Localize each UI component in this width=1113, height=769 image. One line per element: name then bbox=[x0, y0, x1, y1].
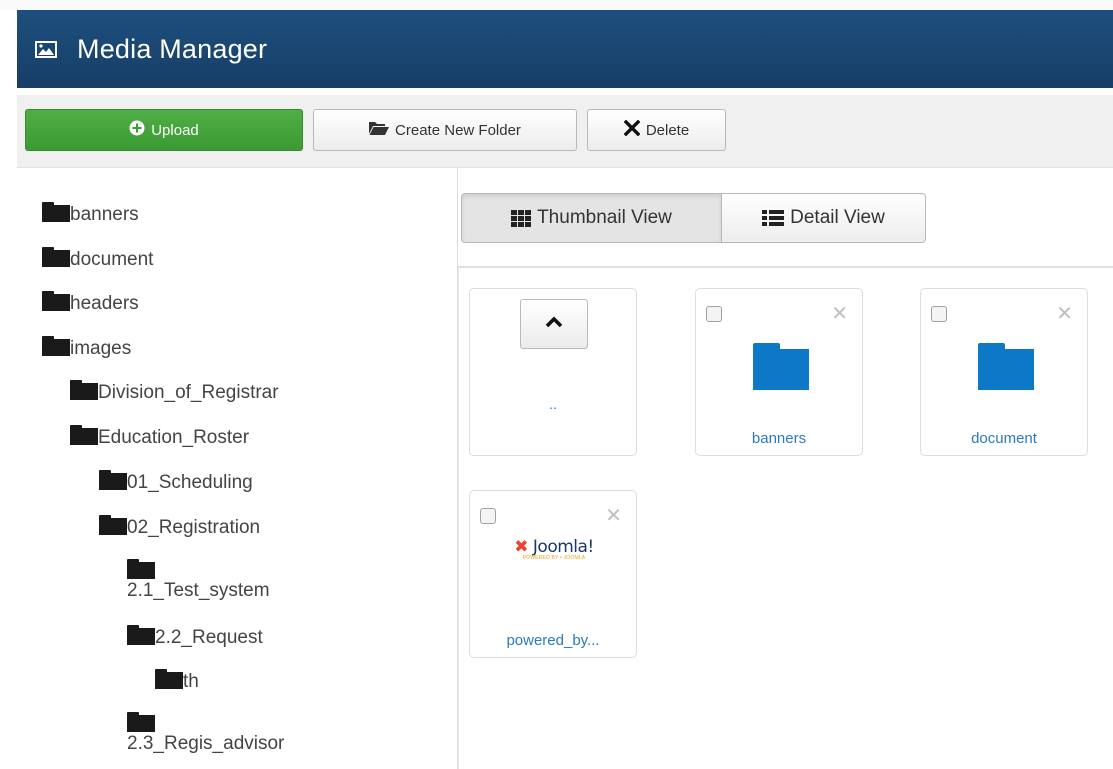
grid-icon bbox=[511, 209, 532, 227]
tree-item-headers[interactable]: headers bbox=[42, 291, 139, 315]
folder-icon bbox=[127, 712, 155, 732]
page-header: Media Manager bbox=[17, 10, 1113, 88]
select-checkbox[interactable] bbox=[931, 306, 947, 322]
tree-item-label: th bbox=[183, 671, 199, 692]
up-label: .. bbox=[549, 396, 557, 412]
joomla-logo-subtext: POWERED BY • JOOMLA bbox=[522, 555, 586, 561]
tree-item-02-registration[interactable]: 02_Registration bbox=[99, 515, 260, 539]
folder-icon bbox=[42, 202, 70, 222]
folder-icon bbox=[127, 559, 155, 579]
close-icon[interactable]: ✕ bbox=[831, 301, 848, 326]
chevron-up-icon bbox=[545, 315, 563, 333]
folder-icon bbox=[42, 336, 70, 356]
plus-circle-icon bbox=[129, 120, 145, 140]
tree-item-th[interactable]: th bbox=[155, 669, 199, 693]
tree-item-label: Division_of_Registrar bbox=[98, 382, 279, 403]
tree-item-images[interactable]: images bbox=[42, 336, 131, 360]
thumbnail-view-label: Thumbnail View bbox=[537, 207, 672, 228]
folder-open-icon bbox=[369, 121, 390, 139]
tree-item-label: document bbox=[70, 249, 154, 270]
thumb-label[interactable]: document bbox=[921, 430, 1087, 447]
thumb-label[interactable]: powered_by... bbox=[470, 632, 636, 649]
toolbar: Upload Create New Folder Delete bbox=[17, 95, 1113, 168]
folder-icon bbox=[42, 247, 70, 267]
detail-view-button[interactable]: Detail View bbox=[722, 193, 926, 243]
thumb-image-powered-by[interactable]: ✕ ✖ Joomla! POWERED BY • JOOMLA powered_… bbox=[469, 490, 637, 658]
folder-icon bbox=[155, 669, 183, 689]
joomla-logo-image: ✖ Joomla! POWERED BY • JOOMLA bbox=[492, 537, 616, 561]
tree-item-label: images bbox=[70, 338, 132, 359]
tree-item-2-1-test-system[interactable]: 2.1_Test_system bbox=[127, 558, 270, 602]
tree-item-label: 02_Registration bbox=[127, 517, 261, 538]
detail-view-label: Detail View bbox=[790, 207, 885, 228]
up-level-thumb[interactable]: .. bbox=[469, 288, 637, 456]
tree-item-label: 2.2_Request bbox=[155, 627, 263, 648]
tree-item-label: Education_Roster bbox=[98, 427, 250, 448]
upload-label: Upload bbox=[151, 121, 199, 139]
list-icon bbox=[762, 209, 785, 227]
joomla-mark-icon: ✖ bbox=[514, 537, 528, 557]
x-icon bbox=[623, 119, 641, 140]
folder-icon bbox=[99, 470, 127, 490]
close-icon[interactable]: ✕ bbox=[605, 503, 622, 528]
delete-button[interactable]: Delete bbox=[587, 109, 726, 151]
delete-label: Delete bbox=[645, 121, 690, 139]
thumb-label[interactable]: banners bbox=[696, 430, 862, 447]
tree-item-label: 01_Scheduling bbox=[127, 472, 253, 493]
folder-icon bbox=[127, 625, 155, 645]
upload-button[interactable]: Upload bbox=[25, 109, 303, 151]
up-button[interactable] bbox=[520, 299, 588, 349]
tree-item-label: 2.1_Test_system bbox=[127, 580, 270, 601]
select-checkbox[interactable] bbox=[480, 508, 496, 524]
folder-icon bbox=[978, 343, 1034, 390]
image-icon bbox=[35, 40, 57, 58]
folder-icon bbox=[70, 380, 98, 400]
thumbnail-area: .. ✕ banners ✕ document ✕ ✖ Joomla! POWE… bbox=[458, 268, 1113, 769]
tree-item-label: 2.3_Regis_advisor bbox=[127, 733, 285, 754]
tree-item-label: headers bbox=[70, 293, 139, 314]
page-title: Media Manager bbox=[77, 33, 268, 64]
close-icon[interactable]: ✕ bbox=[1056, 301, 1073, 326]
folder-icon bbox=[753, 343, 809, 390]
tree-item-01-scheduling[interactable]: 01_Scheduling bbox=[99, 470, 253, 494]
folder-icon bbox=[99, 515, 127, 535]
view-toggle: Thumbnail View Detail View bbox=[461, 193, 926, 243]
create-folder-button[interactable]: Create New Folder bbox=[313, 109, 577, 151]
tree-item-2-2-request[interactable]: 2.2_Request bbox=[127, 625, 263, 649]
tree-item-division-of-registrar[interactable]: Division_of_Registrar bbox=[70, 380, 279, 404]
thumb-folder-document[interactable]: ✕ document bbox=[920, 288, 1088, 456]
tree-item-banners[interactable]: banners bbox=[42, 202, 139, 226]
folder-icon bbox=[70, 425, 98, 445]
create-folder-label: Create New Folder bbox=[395, 121, 521, 139]
tree-item-education-roster[interactable]: Education_Roster bbox=[70, 425, 249, 449]
tree-item-document[interactable]: document bbox=[42, 247, 153, 271]
folder-icon bbox=[42, 291, 70, 311]
thumb-folder-banners[interactable]: ✕ banners bbox=[695, 288, 863, 456]
top-strip bbox=[0, 0, 1113, 10]
joomla-logo-text: Joomla! bbox=[532, 537, 594, 557]
select-checkbox[interactable] bbox=[706, 306, 722, 322]
tree-item-2-3-regis-advisor[interactable]: 2.3_Regis_advisor bbox=[127, 711, 284, 755]
thumbnail-view-button[interactable]: Thumbnail View bbox=[461, 193, 722, 243]
tree-item-label: banners bbox=[70, 204, 139, 225]
